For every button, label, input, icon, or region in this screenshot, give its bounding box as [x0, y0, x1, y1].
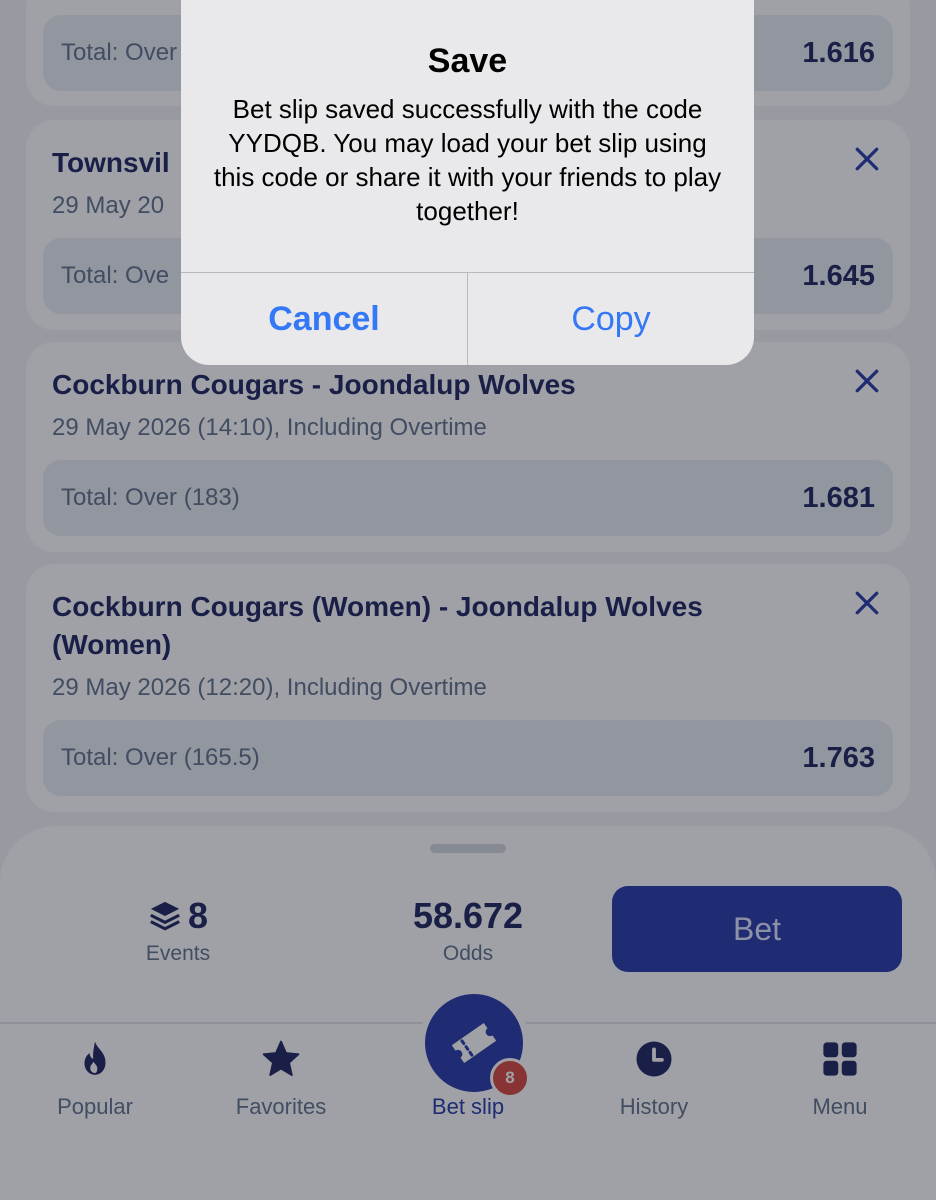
cancel-button[interactable]: Cancel — [181, 273, 467, 365]
save-alert-dialog: Save Bet slip saved successfully with th… — [181, 0, 754, 365]
alert-message: Bet slip saved successfully with the cod… — [213, 94, 722, 226]
copy-button[interactable]: Copy — [468, 273, 754, 365]
alert-title: Save — [427, 42, 508, 80]
